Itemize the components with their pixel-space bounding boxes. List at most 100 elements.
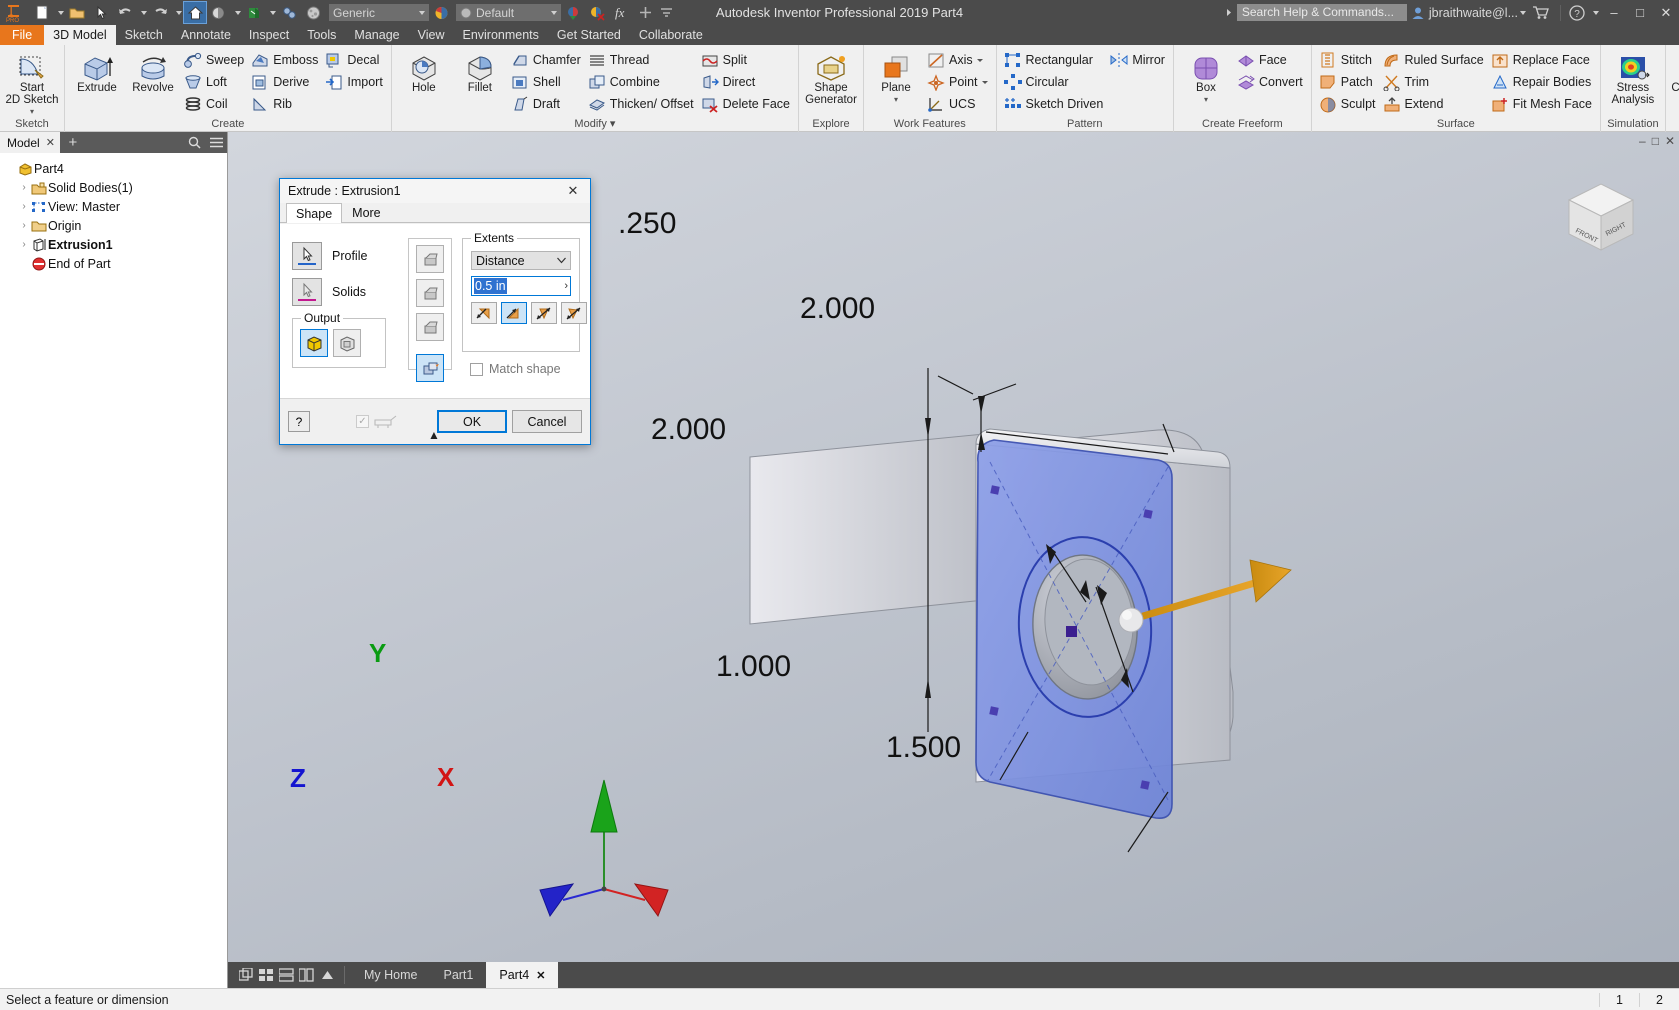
tile-icon[interactable]: [236, 962, 256, 988]
dialog-resize-handle[interactable]: ▲: [428, 428, 440, 442]
ribbon-tab-collaborate[interactable]: Collaborate: [630, 25, 712, 45]
ribbon-button-convert[interactable]: Convert: [1234, 71, 1307, 93]
dimension-label[interactable]: 2.000: [651, 413, 726, 447]
redo-button[interactable]: [149, 2, 171, 23]
ribbon-button-circular[interactable]: Circular: [1001, 71, 1108, 93]
home-view-button[interactable]: [183, 1, 207, 24]
distance-input[interactable]: 0.5 in ›: [471, 276, 571, 296]
expander-icon[interactable]: ›: [18, 201, 30, 212]
tab-more[interactable]: More: [342, 202, 390, 222]
expander-icon[interactable]: ›: [18, 239, 30, 250]
adjust-appearance-icon[interactable]: [562, 2, 584, 23]
tree-node-end-of-part[interactable]: End of Part: [4, 254, 227, 273]
help-dropdown[interactable]: [1590, 2, 1600, 23]
restore-view-button[interactable]: □: [1652, 134, 1659, 148]
close-view-button[interactable]: ✕: [1665, 134, 1675, 148]
ribbon-tab-tools[interactable]: Tools: [298, 25, 345, 45]
ribbon-button-shell[interactable]: Shell: [508, 71, 585, 93]
cut-button[interactable]: [416, 279, 444, 307]
expander-icon[interactable]: ›: [18, 182, 30, 193]
chevron-down-icon[interactable]: [976, 58, 983, 62]
clear-appearance-icon[interactable]: [586, 2, 608, 23]
ribbon-button-ucs[interactable]: UCS: [924, 93, 992, 115]
intersect-button[interactable]: [416, 313, 444, 341]
minimize-view-button[interactable]: –: [1639, 134, 1646, 148]
ribbon-button-extend[interactable]: Extend: [1380, 93, 1488, 115]
appearance-button[interactable]: [208, 2, 230, 23]
hamburger-icon[interactable]: [205, 137, 227, 148]
ribbon-tab-view[interactable]: View: [409, 25, 454, 45]
direction-2-button[interactable]: [501, 302, 527, 324]
ribbon-tab-environments[interactable]: Environments: [453, 25, 547, 45]
select-tool-button[interactable]: [90, 2, 112, 23]
ribbon-button-thicken-offset[interactable]: Thicken/ Offset: [585, 93, 698, 115]
ribbon-tab-manage[interactable]: Manage: [345, 25, 408, 45]
document-tab-part1[interactable]: Part1: [430, 962, 486, 988]
material-dropdown[interactable]: [267, 2, 276, 23]
ribbon-button-stitch[interactable]: Stitch: [1316, 49, 1380, 71]
match-shape-row[interactable]: Match shape: [470, 362, 561, 376]
ribbon-button-start-2d-sketch[interactable]: Start 2D Sketch ▾: [4, 48, 60, 118]
ribbon-tab-sketch[interactable]: Sketch: [116, 25, 172, 45]
dimension-label[interactable]: 2.000: [800, 292, 875, 326]
ok-button[interactable]: OK: [437, 410, 507, 433]
ribbon-button-face[interactable]: Face: [1234, 49, 1307, 71]
ribbon-button-derive[interactable]: Derive: [248, 71, 322, 93]
appearance-dropdown[interactable]: [232, 2, 241, 23]
ribbon-button-rib[interactable]: Rib: [248, 93, 322, 115]
expander-icon[interactable]: ›: [18, 220, 30, 231]
ribbon-button-sweep[interactable]: Sweep: [181, 49, 248, 71]
cancel-button[interactable]: Cancel: [512, 410, 582, 433]
add-panel-button[interactable]: +: [60, 134, 86, 151]
ribbon-button-coil[interactable]: Coil: [181, 93, 248, 115]
ribbon-button-import[interactable]: Import: [322, 71, 386, 93]
help-button[interactable]: ?: [1566, 2, 1588, 23]
search-icon[interactable]: [183, 136, 205, 149]
grid-icon[interactable]: [256, 962, 276, 988]
ribbon-button-thread[interactable]: Thread: [585, 49, 698, 71]
appearance-combo[interactable]: Default: [456, 4, 561, 21]
ribbon-button-chamfer[interactable]: Chamfer: [508, 49, 585, 71]
hsplit-icon[interactable]: [276, 962, 296, 988]
ribbon-tab-inspect[interactable]: Inspect: [240, 25, 298, 45]
ribbon-button-split[interactable]: Split: [698, 49, 794, 71]
profile-select-button[interactable]: [292, 242, 322, 270]
ribbon-button-delete-face[interactable]: Delete Face: [698, 93, 794, 115]
qat-overflow-icon[interactable]: [658, 2, 674, 23]
ribbon-button-direct[interactable]: Direct: [698, 71, 794, 93]
distance-expand-icon[interactable]: ›: [564, 280, 568, 292]
user-name[interactable]: jbraithwaite@l...: [1429, 6, 1526, 20]
ribbon-button-extrude[interactable]: Extrude: [69, 48, 125, 94]
ribbon-button-trim[interactable]: Trim: [1380, 71, 1488, 93]
ribbon-button-rectangular[interactable]: Rectangular: [1001, 49, 1108, 71]
chevron-down-icon[interactable]: [981, 80, 988, 84]
surface-output-button[interactable]: [333, 329, 361, 357]
browser-tab-model[interactable]: Model ✕: [0, 132, 60, 153]
direction-1-button[interactable]: [471, 302, 497, 324]
add-qat-icon[interactable]: [634, 2, 656, 23]
document-tab-my-home[interactable]: My Home: [351, 962, 430, 988]
ribbon-button-combine[interactable]: Combine: [585, 71, 698, 93]
new-solid-button[interactable]: [416, 354, 444, 382]
ribbon-button-point[interactable]: Point: [924, 71, 992, 93]
search-expand-arrow[interactable]: [1222, 2, 1236, 23]
cart-icon[interactable]: [1527, 2, 1555, 23]
ribbon-tab-file[interactable]: File: [0, 25, 45, 45]
ribbon-button-loft[interactable]: Loft: [181, 71, 248, 93]
ribbon-button-revolve[interactable]: Revolve: [125, 48, 181, 94]
tree-node-part4[interactable]: Part4: [4, 159, 227, 178]
material-palette-icon[interactable]: [430, 2, 452, 23]
dimension-label[interactable]: 1.000: [716, 650, 791, 684]
ribbon-button-axis[interactable]: Axis: [924, 49, 992, 71]
minimize-window-button[interactable]: –: [1601, 0, 1627, 25]
solids-select-button[interactable]: [292, 278, 322, 306]
ribbon-button-sculpt[interactable]: Sculpt: [1316, 93, 1380, 115]
minimize-dialog-checkbox[interactable]: ✓: [356, 415, 369, 428]
search-input[interactable]: Search Help & Commands...: [1236, 4, 1407, 21]
ribbon-button-repair-bodies[interactable]: Repair Bodies: [1488, 71, 1596, 93]
tree-node-origin[interactable]: › Origin: [4, 216, 227, 235]
join-button[interactable]: [416, 245, 444, 273]
ribbon-tab-annotate[interactable]: Annotate: [172, 25, 240, 45]
minimize-dialog-button[interactable]: ✓: [356, 415, 399, 429]
dialog-close-icon[interactable]: ✕: [560, 181, 586, 201]
